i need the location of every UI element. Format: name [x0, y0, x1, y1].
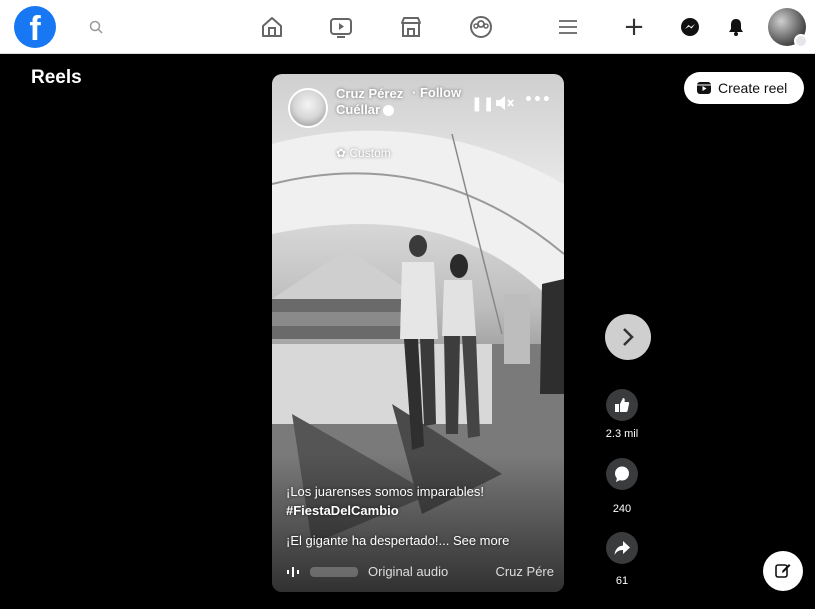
comment-count: 240 — [612, 503, 632, 515]
notifications-button[interactable] — [718, 9, 754, 45]
verified-icon — [383, 105, 395, 117]
more-options-icon[interactable]: ••• — [524, 92, 551, 108]
edit-icon — [775, 564, 791, 578]
hashtag-link[interactable]: #FiestaDelCambio — [286, 503, 399, 518]
chevron-down-icon — [794, 34, 808, 48]
comment-button[interactable] — [606, 458, 638, 490]
create-icon[interactable]: + — [620, 13, 648, 41]
chevron-right-icon — [623, 328, 634, 346]
pause-icon[interactable]: ❚❚ — [471, 96, 494, 112]
search-icon[interactable] — [88, 19, 104, 35]
audio-row[interactable]: Original audio Cruz Pére — [286, 564, 554, 579]
share-button[interactable] — [606, 532, 638, 564]
caption-see-more[interactable]: ¡El gigante ha despertado!... See more — [286, 533, 509, 548]
menu-icon[interactable] — [554, 13, 582, 41]
like-button[interactable] — [606, 389, 638, 421]
compose-button[interactable] — [763, 551, 803, 591]
page-title: Reels — [31, 67, 82, 88]
follow-button[interactable]: · Follow — [412, 85, 461, 100]
account-avatar[interactable] — [768, 8, 808, 48]
reel-video[interactable]: Cruz Pérez Cuéllar ✿ Custom · Follow ❚❚ … — [272, 74, 564, 592]
groups-icon[interactable] — [467, 13, 495, 41]
next-reel-button[interactable] — [605, 314, 651, 360]
marketplace-icon[interactable] — [397, 13, 425, 41]
caption-text: ¡Los juarenses somos imparables! — [286, 484, 484, 499]
owner-avatar[interactable] — [288, 88, 328, 128]
owner-name[interactable]: Cruz Pérez Cuéllar — [336, 86, 406, 118]
messenger-button[interactable] — [672, 9, 708, 45]
share-icon — [614, 541, 630, 555]
home-icon[interactable] — [258, 13, 286, 41]
thumbs-up-icon — [615, 398, 630, 412]
facebook-logo[interactable]: f — [14, 6, 56, 48]
like-count: 2.3 mil — [605, 428, 639, 440]
messenger-icon — [681, 18, 699, 36]
audio-label[interactable]: Original audio — [368, 564, 495, 579]
audio-creator[interactable]: Cruz Pére — [495, 564, 554, 579]
audio-scrub — [310, 566, 358, 577]
privacy-label: ✿ Custom — [336, 146, 391, 160]
mute-icon[interactable] — [494, 95, 514, 111]
create-reel-button[interactable]: Create reel — [684, 72, 804, 104]
top-navigation-bar: f + — [0, 0, 815, 54]
share-count: 61 — [615, 575, 629, 587]
create-reel-label: Create reel — [718, 80, 788, 96]
reel-icon — [697, 82, 711, 94]
bell-icon — [729, 19, 743, 36]
video-icon[interactable] — [327, 13, 355, 41]
audio-wave-icon — [287, 566, 299, 577]
comment-icon — [615, 466, 629, 482]
